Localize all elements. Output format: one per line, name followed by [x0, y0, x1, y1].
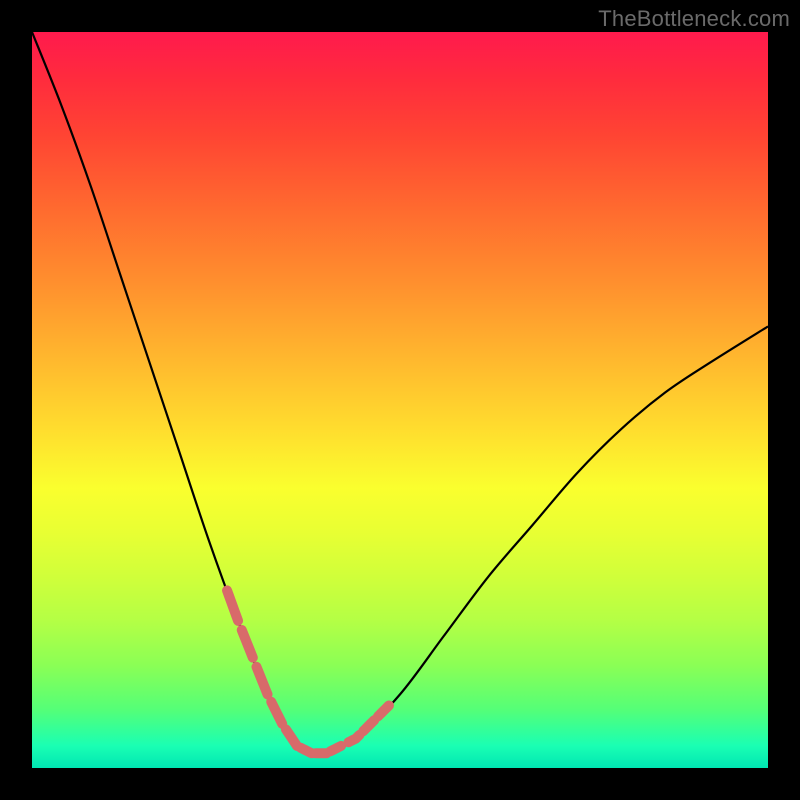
valley-marker-segment: [348, 735, 359, 742]
valley-marker-segment: [227, 590, 238, 620]
valley-marker-segment: [378, 705, 389, 716]
chart-frame: TheBottleneck.com: [0, 0, 800, 800]
plot-area: [32, 32, 768, 768]
valley-marker-segment: [286, 729, 297, 746]
watermark-text: TheBottleneck.com: [598, 6, 790, 32]
valley-marker-segment: [330, 746, 341, 752]
valley-marker-segment: [301, 748, 312, 754]
valley-marker-segment: [271, 702, 282, 724]
valley-marker-segment: [363, 720, 374, 731]
valley-marker-segment: [256, 667, 267, 695]
valley-marker-segment: [242, 630, 253, 658]
bottleneck-curve: [32, 32, 768, 755]
curve-layer: [32, 32, 768, 768]
valley-markers: [227, 590, 389, 753]
